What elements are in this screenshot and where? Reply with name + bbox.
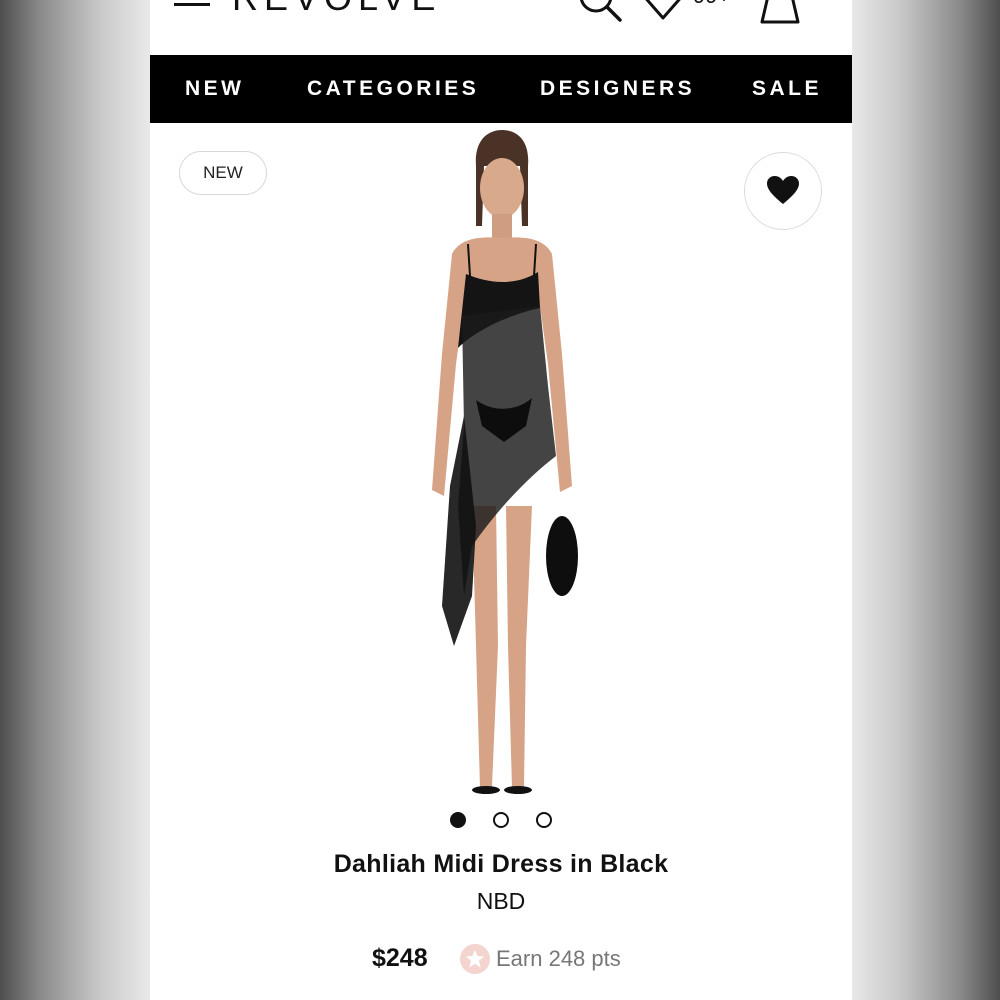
product-price: $248	[372, 944, 428, 972]
new-badge: NEW	[179, 151, 267, 195]
nav-item-categories[interactable]: CATEGORIES	[307, 55, 479, 123]
carousel-dot[interactable]	[493, 812, 509, 828]
logo[interactable]: REVOLVE	[232, 0, 441, 18]
app-screen: REVOLVE 99+ NEW CATEGORIES DESIGNERS SAL…	[150, 0, 852, 1000]
wishlist-count-badge: 99+	[693, 0, 730, 8]
nav-item-sale[interactable]: SALE	[752, 55, 822, 123]
header: REVOLVE 99+	[150, 0, 852, 55]
category-nav: NEW CATEGORIES DESIGNERS SALE	[150, 55, 852, 123]
shopping-bag-icon[interactable]	[754, 0, 816, 26]
rewards-points-text: Earn 248 pts	[496, 946, 621, 971]
nav-item-new[interactable]: NEW	[185, 55, 245, 123]
menu-icon[interactable]	[174, 0, 210, 16]
product-brand-link[interactable]: NBD	[150, 888, 852, 915]
heart-outline-icon[interactable]	[640, 0, 686, 22]
product-title: Dahliah Midi Dress in Black	[333, 850, 669, 878]
nav-item-designers[interactable]: DESIGNERS	[540, 55, 695, 123]
search-icon[interactable]	[578, 0, 624, 24]
carousel-dot[interactable]	[450, 812, 466, 828]
image-carousel-dots	[450, 812, 560, 828]
product-image[interactable]	[380, 126, 620, 826]
heart-filled-icon	[767, 176, 799, 204]
rewards-star-icon	[460, 944, 490, 974]
add-to-wishlist-button[interactable]	[744, 152, 822, 230]
carousel-dot[interactable]	[536, 812, 552, 828]
